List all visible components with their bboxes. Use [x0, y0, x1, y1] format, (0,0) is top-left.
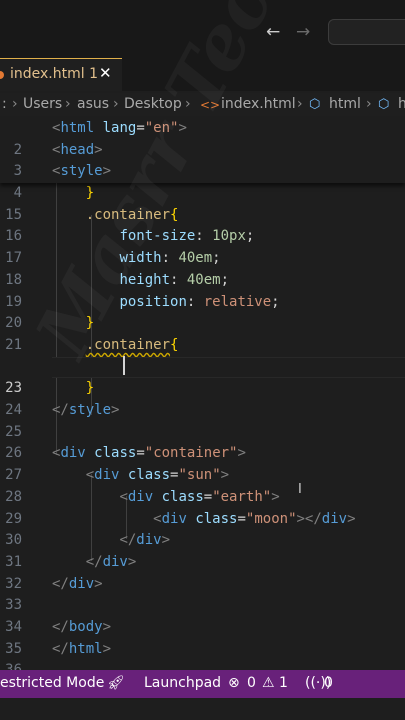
code-line: 19 height: 40em;	[0, 270, 405, 310]
code-line: 3 <head>	[0, 140, 405, 180]
modified-marker-icon	[0, 71, 4, 79]
tab-label: index.html	[10, 66, 85, 82]
breadcrumb-item-file[interactable]: index.html	[221, 96, 296, 112]
html-file-icon: <>	[200, 98, 221, 112]
code-line: 17 font-size: 10px;	[0, 226, 405, 266]
code-editor[interactable]: 2 <html lang="en"> 3 <head> 4 <style> 15…	[0, 118, 405, 670]
warning-count[interactable]: 1	[279, 675, 288, 691]
tab-index-html[interactable]: index.html 1 ✕	[0, 58, 122, 91]
code-line: 27 <div class="container">	[0, 443, 405, 483]
code-line: 26	[0, 422, 405, 461]
code-line: 22 .container{	[0, 335, 405, 375]
code-line: 37	[0, 660, 405, 670]
breadcrumb-item-root[interactable]: :	[2, 96, 7, 112]
code-line: 31 </div>	[0, 530, 405, 570]
forward-arrow-icon[interactable]: →	[296, 22, 310, 42]
chevron-right-icon: ›	[113, 96, 119, 112]
ports-count[interactable]: 0	[324, 675, 333, 691]
chevron-right-icon: ›	[297, 96, 303, 112]
error-count[interactable]: 0	[247, 675, 256, 691]
breadcrumb: : › Users › asus › Desktop › <> index.ht…	[0, 93, 405, 116]
close-icon[interactable]: ✕	[99, 64, 112, 82]
code-line: 18 width: 40em;	[0, 248, 405, 288]
chevron-right-icon: ›	[366, 96, 372, 112]
code-line: 16 .container{	[0, 205, 405, 245]
code-line: 28 <div class="sun">	[0, 465, 405, 505]
code-line: 2 <html lang="en">	[0, 118, 405, 158]
code-line: 24 }	[0, 378, 405, 418]
error-icon: ⊗	[228, 675, 240, 691]
back-arrow-icon[interactable]: ←	[266, 22, 280, 42]
breadcrumb-item-asus[interactable]: asus	[77, 96, 109, 112]
code-line: 33 </div>	[0, 574, 405, 614]
code-line: 36 </html>	[0, 639, 405, 670]
code-line: 30 <div class="moon"></div>	[0, 509, 405, 549]
code-line: 20 position: relative;	[0, 292, 405, 332]
code-line-active[interactable]: 23	[0, 356, 405, 396]
launchpad-button[interactable]: Launchpad	[144, 675, 221, 691]
code-line: 32 </div>	[0, 552, 405, 592]
line-number: 4	[13, 185, 22, 202]
breadcrumb-item-next[interactable]: h	[398, 96, 405, 112]
bottom-strip	[0, 698, 405, 720]
breadcrumb-item-html[interactable]: html	[329, 96, 361, 112]
command-center-search[interactable]	[328, 19, 405, 45]
code-line: 15 }	[0, 183, 405, 223]
title-bar: ← →	[0, 0, 405, 58]
rocket-icon: 🚀︎	[107, 675, 125, 691]
code-line: 35 </body>	[0, 617, 405, 657]
chevron-right-icon: ›	[65, 96, 71, 112]
code-line: 34	[0, 595, 405, 635]
chevron-right-icon: ›	[12, 96, 18, 112]
breadcrumb-item-users[interactable]: Users	[23, 96, 62, 112]
code-line: 4 <style>	[0, 161, 405, 201]
code-line: 21 }	[0, 313, 405, 353]
element-cube-icon: ⬡	[309, 97, 321, 112]
code-line: 29 <div class="earth">	[0, 487, 405, 527]
code-line: 25 </style>	[0, 400, 405, 440]
tab-bar: index.html 1 ✕	[0, 58, 405, 91]
text-cursor	[123, 356, 125, 375]
sticky-scroll-header: 2 <html lang="en"> 3 <head> 4 <style>	[0, 118, 405, 201]
warning-icon: ⚠︎	[262, 675, 275, 691]
status-bar: estricted Mode 🚀︎ Launchpad ⊗ 0 ⚠︎ 1 ((·…	[0, 670, 405, 698]
mouse-ibeam-icon: I	[298, 482, 302, 497]
restricted-mode-indicator[interactable]: estricted Mode	[0, 675, 104, 691]
chevron-right-icon: ›	[185, 96, 191, 112]
element-cube-icon: ⬡	[378, 97, 390, 112]
breadcrumb-item-desktop[interactable]: Desktop	[124, 96, 182, 112]
tab-problem-count: 1	[89, 66, 99, 82]
